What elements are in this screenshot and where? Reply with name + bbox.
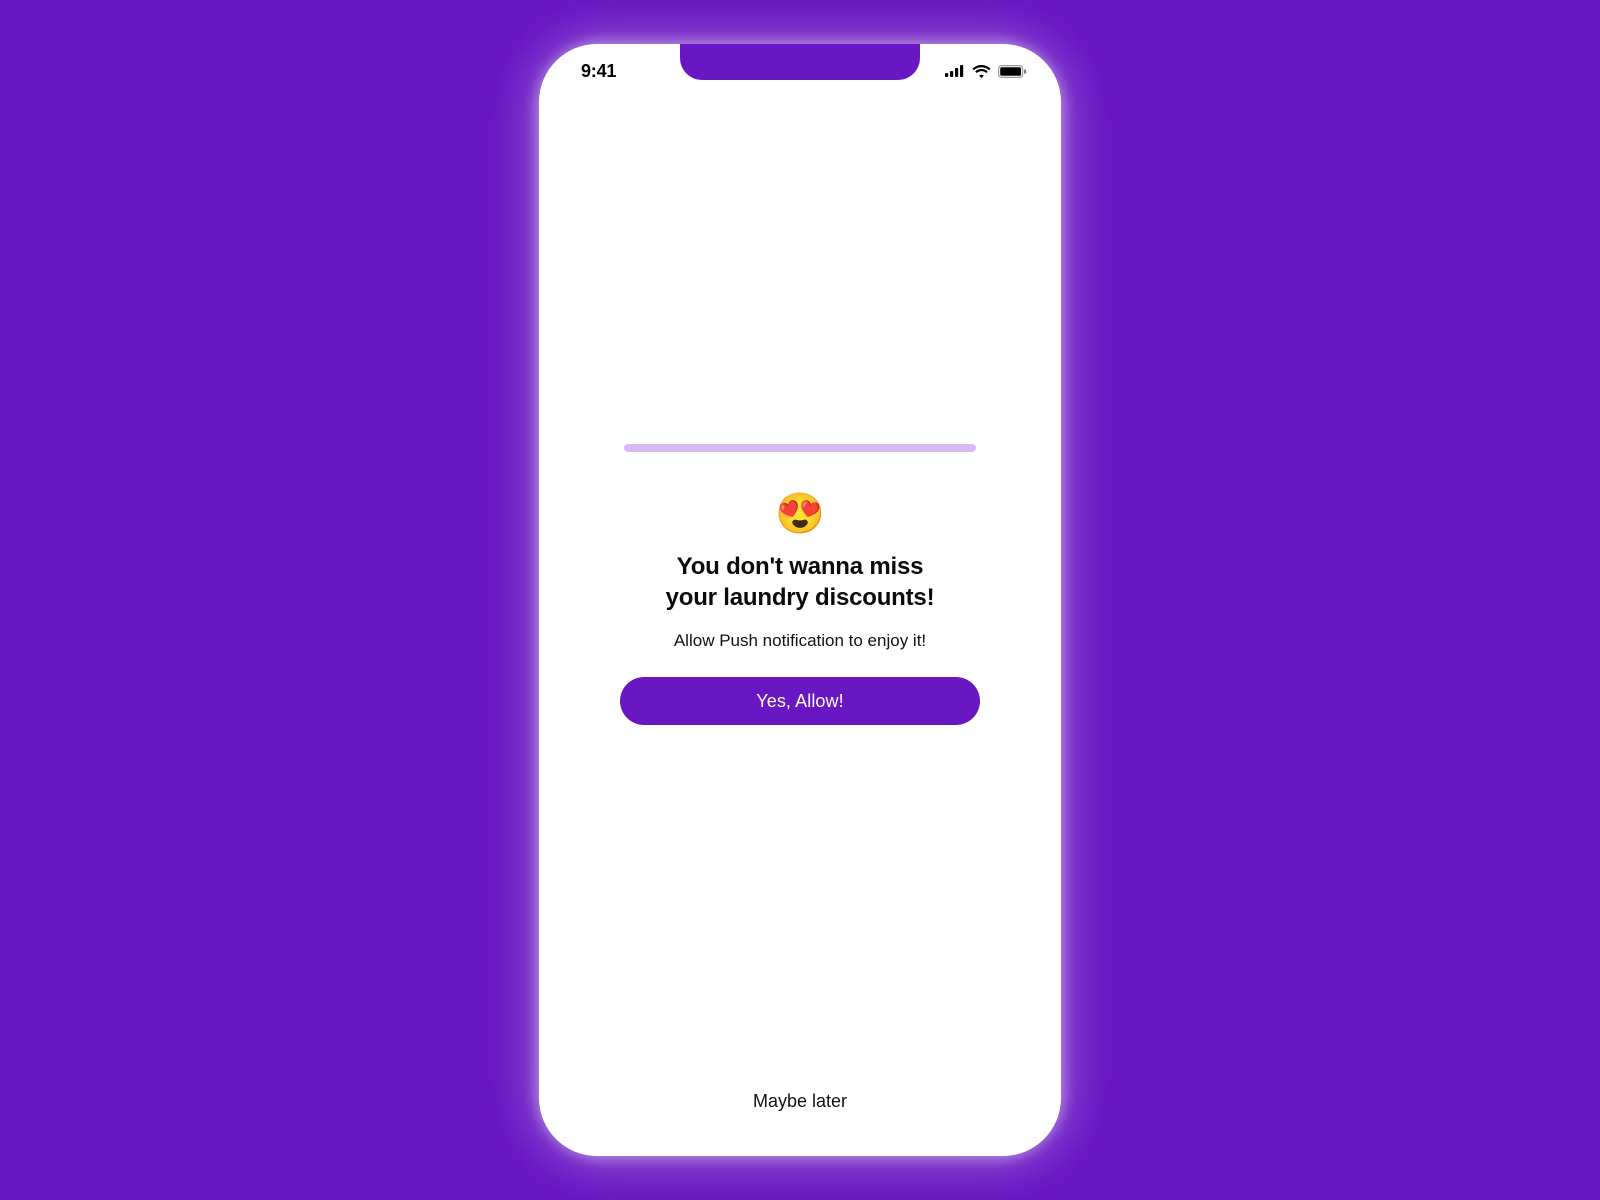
heart-eyes-emoji-icon: 😍 [775, 494, 825, 534]
phone-frame: 9:41 [539, 44, 1061, 1156]
progress-bar [624, 444, 976, 452]
status-time: 9:41 [567, 55, 616, 82]
headline-line-2: your laundry discounts! [666, 584, 935, 611]
phone-notch [680, 44, 920, 80]
allow-button[interactable]: Yes, Allow! [620, 677, 980, 725]
wifi-icon [972, 65, 991, 78]
prompt-headline: You don't wanna miss your laundry discou… [666, 552, 935, 613]
maybe-later-button[interactable]: Maybe later [539, 1091, 1061, 1112]
cellular-signal-icon [945, 65, 965, 77]
permission-prompt: 😍 You don't wanna miss your laundry disc… [539, 44, 1061, 1156]
prompt-subtext: Allow Push notification to enjoy it! [674, 631, 926, 651]
headline-line-1: You don't wanna miss [677, 553, 924, 580]
battery-icon [998, 65, 1027, 78]
status-icons [945, 59, 1033, 78]
